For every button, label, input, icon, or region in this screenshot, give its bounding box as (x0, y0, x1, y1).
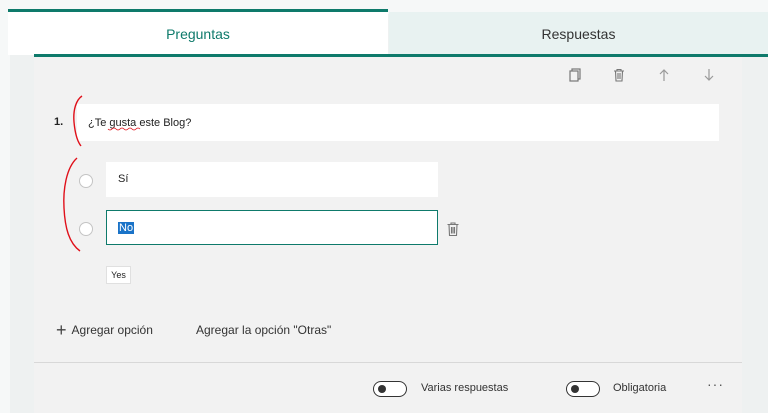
tab-responses-label: Respuestas (541, 25, 616, 42)
suggestion-chip[interactable]: Yes (106, 266, 131, 284)
option-radio-1 (79, 174, 93, 188)
add-option-button[interactable]: + Agregar opción (56, 320, 153, 340)
add-option-label: Agregar opción (71, 323, 153, 337)
tab-responses[interactable]: Respuestas (389, 12, 768, 55)
option-text-2: No (118, 222, 135, 234)
question-number: 1. (54, 116, 64, 128)
tab-questions[interactable]: Preguntas (8, 9, 388, 55)
tab-questions-label: Preguntas (166, 25, 230, 42)
required-toggle[interactable] (566, 381, 600, 397)
multiple-answers-toggle[interactable] (373, 381, 407, 397)
plus-icon: + (56, 320, 67, 340)
footer-divider (34, 362, 742, 363)
more-options-icon[interactable]: ··· (707, 376, 724, 392)
question-title-text: ¿Te gusta este Blog? (88, 117, 192, 129)
arrow-down-icon[interactable] (700, 66, 718, 84)
option-text-1: Sí (118, 173, 129, 185)
add-other-option-button[interactable]: Agregar la opción "Otras" (196, 323, 331, 337)
copy-icon[interactable] (566, 66, 584, 84)
option-radio-2 (79, 222, 93, 236)
option-input-1[interactable]: Sí (106, 162, 438, 197)
delete-option-icon[interactable] (446, 221, 462, 237)
arrow-up-icon[interactable] (655, 66, 673, 84)
trash-icon[interactable] (610, 66, 628, 84)
add-other-option-label: Agregar la opción "Otras" (196, 323, 332, 337)
option-input-2[interactable]: No (106, 210, 438, 245)
multiple-answers-label: Varias respuestas (421, 382, 509, 394)
required-label: Obligatoria (613, 382, 667, 394)
